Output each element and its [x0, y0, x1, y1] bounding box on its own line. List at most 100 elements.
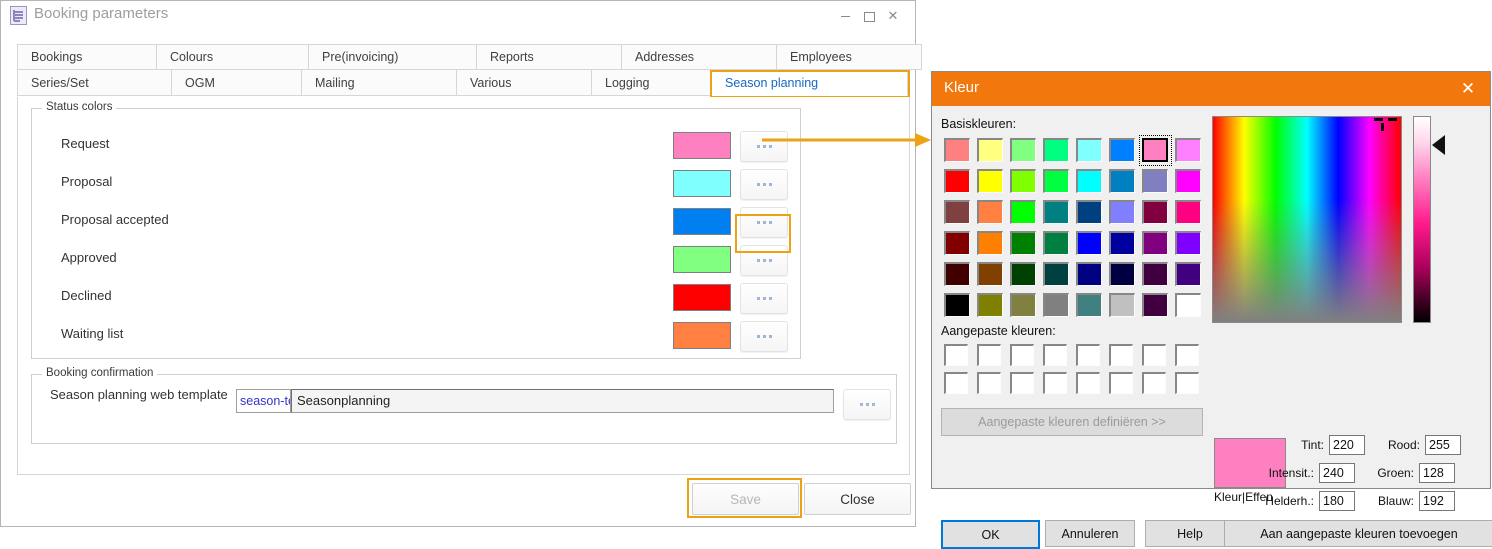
- basic-color-cell[interactable]: [1007, 166, 1040, 197]
- basic-color-cell[interactable]: [1007, 228, 1040, 259]
- basic-color-cell[interactable]: [1073, 228, 1106, 259]
- custom-color-cell[interactable]: [1106, 370, 1139, 398]
- basic-color-cell[interactable]: [1106, 259, 1139, 290]
- basic-color-cell[interactable]: [1106, 135, 1139, 166]
- basic-color-cell[interactable]: [941, 259, 974, 290]
- basic-color-cell[interactable]: [1040, 259, 1073, 290]
- intensity-input[interactable]: 240: [1319, 463, 1355, 483]
- basic-color-cell[interactable]: [1139, 166, 1172, 197]
- basic-color-cell[interactable]: [1106, 290, 1139, 321]
- custom-color-cell[interactable]: [1007, 370, 1040, 398]
- tab-series-set[interactable]: Series/Set: [17, 70, 172, 96]
- browse-color-button[interactable]: [740, 283, 788, 314]
- browse-color-button[interactable]: [740, 131, 788, 162]
- basic-color-cell[interactable]: [974, 135, 1007, 166]
- custom-color-cell[interactable]: [941, 342, 974, 370]
- basic-color-cell[interactable]: [941, 166, 974, 197]
- basic-color-cell[interactable]: [1040, 197, 1073, 228]
- basic-color-cell[interactable]: [1073, 135, 1106, 166]
- tab-employees[interactable]: Employees: [777, 44, 922, 70]
- color-gradient-field[interactable]: [1212, 116, 1402, 323]
- help-button[interactable]: Help: [1145, 520, 1235, 547]
- color-swatch[interactable]: [673, 208, 731, 235]
- custom-color-cell[interactable]: [1139, 370, 1172, 398]
- brightness-input[interactable]: 180: [1319, 491, 1355, 511]
- luminance-slider-thumb-icon[interactable]: [1432, 135, 1445, 155]
- define-custom-colors-button[interactable]: Aangepaste kleuren definiëren >>: [941, 408, 1203, 436]
- tab-mailing[interactable]: Mailing: [302, 70, 457, 96]
- basic-color-cell[interactable]: [1172, 197, 1205, 228]
- template-name-field[interactable]: Seasonplanning: [291, 389, 834, 413]
- basic-color-cell[interactable]: [974, 197, 1007, 228]
- color-swatch[interactable]: [673, 132, 731, 159]
- template-code-field[interactable]: season-ter: [236, 389, 291, 413]
- maximize-icon[interactable]: [859, 7, 879, 25]
- custom-color-cell[interactable]: [1007, 342, 1040, 370]
- basic-color-cell[interactable]: [1040, 290, 1073, 321]
- minimize-icon[interactable]: [835, 7, 855, 25]
- green-input[interactable]: 128: [1419, 463, 1455, 483]
- basic-color-cell[interactable]: [1139, 290, 1172, 321]
- custom-color-cell[interactable]: [1172, 342, 1205, 370]
- basic-color-cell[interactable]: [1172, 166, 1205, 197]
- basic-color-cell[interactable]: [974, 166, 1007, 197]
- basic-color-cell[interactable]: [1139, 135, 1172, 166]
- basic-color-cell[interactable]: [941, 197, 974, 228]
- color-swatch[interactable]: [673, 170, 731, 197]
- blue-input[interactable]: 192: [1419, 491, 1455, 511]
- custom-color-cell[interactable]: [941, 370, 974, 398]
- tab-logging[interactable]: Logging: [592, 70, 712, 96]
- custom-color-cell[interactable]: [1073, 370, 1106, 398]
- add-to-custom-colors-button[interactable]: Aan aangepaste kleuren toevoegen: [1224, 520, 1492, 547]
- gradient-crosshair-marker[interactable]: [1374, 118, 1397, 131]
- basic-color-cell[interactable]: [941, 290, 974, 321]
- tab-pre-invoicing[interactable]: Pre(invoicing): [309, 44, 477, 70]
- basic-colors-grid[interactable]: [941, 135, 1205, 321]
- browse-color-button[interactable]: [740, 321, 788, 352]
- tab-colours[interactable]: Colours: [157, 44, 309, 70]
- close-button[interactable]: Close: [804, 483, 911, 515]
- basic-color-cell[interactable]: [1007, 290, 1040, 321]
- custom-color-cell[interactable]: [1073, 342, 1106, 370]
- browse-color-button[interactable]: [740, 169, 788, 200]
- basic-color-cell[interactable]: [941, 228, 974, 259]
- basic-color-cell[interactable]: [1073, 290, 1106, 321]
- close-icon[interactable]: ✕: [1456, 77, 1480, 101]
- tab-bookings[interactable]: Bookings: [17, 44, 157, 70]
- custom-color-cell[interactable]: [1172, 370, 1205, 398]
- custom-colors-grid[interactable]: [941, 342, 1205, 398]
- basic-color-cell[interactable]: [974, 259, 1007, 290]
- basic-color-cell[interactable]: [1172, 228, 1205, 259]
- custom-color-cell[interactable]: [1139, 342, 1172, 370]
- basic-color-cell[interactable]: [1073, 259, 1106, 290]
- basic-color-cell[interactable]: [1172, 290, 1205, 321]
- basic-color-cell[interactable]: [1007, 259, 1040, 290]
- tab-various[interactable]: Various: [457, 70, 592, 96]
- basic-color-cell[interactable]: [1073, 197, 1106, 228]
- color-swatch[interactable]: [673, 284, 731, 311]
- basic-color-cell[interactable]: [941, 135, 974, 166]
- basic-color-cell[interactable]: [1106, 228, 1139, 259]
- basic-color-cell[interactable]: [1139, 197, 1172, 228]
- custom-color-cell[interactable]: [974, 370, 1007, 398]
- tab-reports[interactable]: Reports: [477, 44, 622, 70]
- custom-color-cell[interactable]: [1040, 342, 1073, 370]
- basic-color-cell[interactable]: [1040, 228, 1073, 259]
- basic-color-cell[interactable]: [1007, 135, 1040, 166]
- basic-color-cell[interactable]: [1073, 166, 1106, 197]
- basic-color-cell[interactable]: [1172, 135, 1205, 166]
- basic-color-cell[interactable]: [1139, 228, 1172, 259]
- red-input[interactable]: 255: [1425, 435, 1461, 455]
- basic-color-cell[interactable]: [1106, 166, 1139, 197]
- custom-color-cell[interactable]: [1106, 342, 1139, 370]
- basic-color-cell[interactable]: [1172, 259, 1205, 290]
- tab-ogm[interactable]: OGM: [172, 70, 302, 96]
- basic-color-cell[interactable]: [1040, 135, 1073, 166]
- color-swatch[interactable]: [673, 322, 731, 349]
- basic-color-cell[interactable]: [1106, 197, 1139, 228]
- basic-color-cell[interactable]: [1007, 197, 1040, 228]
- basic-color-cell[interactable]: [1139, 259, 1172, 290]
- tab-addresses[interactable]: Addresses: [622, 44, 777, 70]
- basic-color-cell[interactable]: [1040, 166, 1073, 197]
- basic-color-cell[interactable]: [974, 228, 1007, 259]
